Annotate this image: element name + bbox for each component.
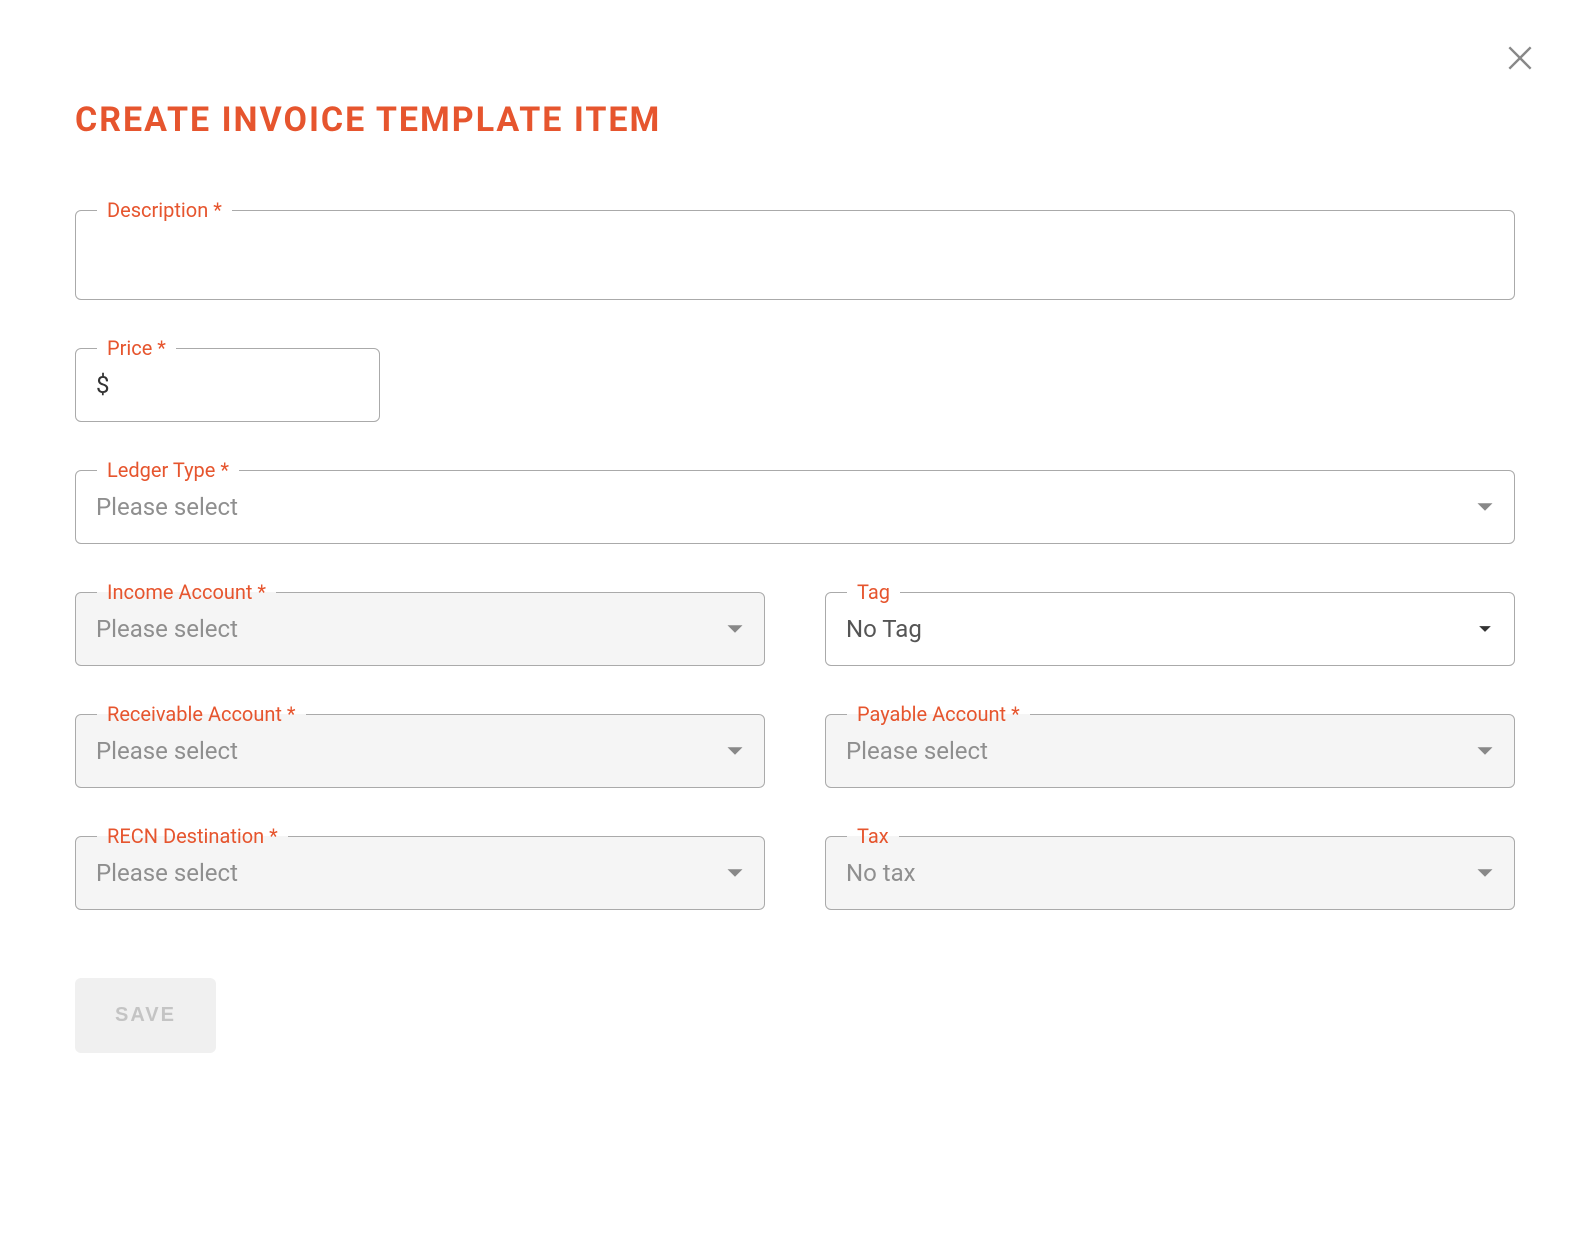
receivable-account-placeholder: Please select — [96, 737, 238, 765]
tag-select[interactable]: No Tag — [826, 593, 1514, 665]
description-label: Description * — [97, 198, 232, 222]
payable-account-field: Payable Account * Please select — [825, 714, 1515, 788]
receivable-account-field: Receivable Account * Please select — [75, 714, 765, 788]
price-input[interactable] — [118, 371, 360, 399]
tag-label: Tag — [847, 580, 900, 604]
tax-placeholder: No tax — [846, 859, 916, 887]
recn-destination-placeholder: Please select — [96, 859, 238, 887]
tag-value: No Tag — [846, 615, 922, 643]
chevron-down-icon — [1476, 864, 1494, 882]
recn-destination-label: RECN Destination * — [97, 824, 288, 848]
ledger-type-select[interactable]: Please select — [76, 471, 1514, 543]
price-field: Price * $ — [75, 348, 380, 422]
payable-account-label: Payable Account * — [847, 702, 1030, 726]
tax-field: Tax No tax — [825, 836, 1515, 910]
tax-label: Tax — [847, 824, 899, 848]
save-button[interactable]: SAVE — [75, 978, 216, 1053]
chevron-down-icon — [1476, 498, 1494, 516]
chevron-down-icon — [726, 864, 744, 882]
ledger-type-field: Ledger Type * Please select — [75, 470, 1515, 544]
chevron-down-icon — [1476, 742, 1494, 760]
modal-title: CREATE INVOICE TEMPLATE ITEM — [75, 100, 1515, 140]
form-container: Description * Price * $ Ledger Type * Pl… — [75, 210, 1515, 1053]
chevron-down-icon — [726, 742, 744, 760]
chevron-down-icon — [726, 620, 744, 638]
receivable-account-label: Receivable Account * — [97, 702, 306, 726]
tag-field: Tag No Tag — [825, 592, 1515, 666]
ledger-type-label: Ledger Type * — [97, 458, 239, 482]
close-button[interactable] — [1500, 40, 1540, 80]
close-icon — [1504, 42, 1536, 78]
price-label: Price * — [97, 336, 176, 360]
income-account-placeholder: Please select — [96, 615, 238, 643]
recn-destination-field: RECN Destination * Please select — [75, 836, 765, 910]
price-currency-prefix: $ — [96, 371, 110, 399]
ledger-type-placeholder: Please select — [96, 493, 238, 521]
description-input[interactable] — [76, 211, 1514, 299]
income-account-label: Income Account * — [97, 580, 276, 604]
income-account-field: Income Account * Please select — [75, 592, 765, 666]
description-field: Description * — [75, 210, 1515, 300]
payable-account-placeholder: Please select — [846, 737, 988, 765]
tax-select[interactable]: No tax — [826, 837, 1514, 909]
caret-down-icon — [1476, 620, 1494, 638]
